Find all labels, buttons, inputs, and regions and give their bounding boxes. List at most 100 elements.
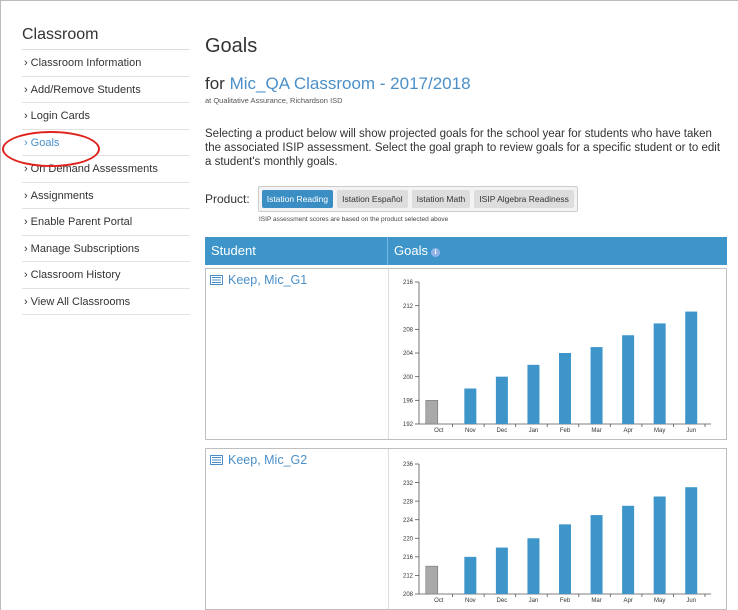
student-name: Keep, Mic_G2 <box>228 453 308 467</box>
sidebar-item-classroom-information[interactable]: › Classroom Information <box>22 50 190 77</box>
product-chip-istation-espa-ol[interactable]: Istation Español <box>337 190 408 208</box>
sidebar-item-label: View All Classrooms <box>30 295 131 308</box>
column-header-goals: Goals i <box>388 237 440 265</box>
main-content: Goals for Mic_QA Classroom - 2017/2018 a… <box>205 35 730 610</box>
product-selector: Product: Istation Reading Istation Españo… <box>205 186 578 212</box>
subtitle-prefix: for <box>205 74 225 93</box>
sidebar-item-login-cards[interactable]: › Login Cards <box>22 103 190 130</box>
goal-bar <box>685 311 698 424</box>
goal-bar <box>527 538 540 594</box>
y-tick-label: 192 <box>403 422 414 428</box>
goal-bar <box>495 547 508 594</box>
chevron-right-icon: › <box>24 216 28 228</box>
sidebar-item-manage-subscriptions[interactable]: › Manage Subscriptions <box>22 236 190 262</box>
x-tick-label: Apr <box>623 428 632 434</box>
goal-bar <box>559 353 571 424</box>
chevron-right-icon: › <box>24 110 28 122</box>
classroom-sidebar: Classroom › Classroom Information › Add/Rem… <box>22 26 190 315</box>
x-tick-label: Apr <box>623 598 632 604</box>
product-chip-istation-reading[interactable]: Istation Reading <box>261 190 334 208</box>
sidebar-item-label: Assignments <box>30 189 94 202</box>
intro-text: Selecting a product below will show proj… <box>205 128 721 168</box>
sidebar-item-label: Add/Remove Students <box>30 83 141 96</box>
table-row: Keep, Mic_G1 192 196 200 204 208 212 216 Oct Nov D… <box>205 268 727 440</box>
goal-bar-chart: 208 212 216 220 224 228 232 236 Oct Nov Dec Jan Feb M… <box>403 462 711 604</box>
x-tick-label: Mar <box>591 428 601 434</box>
student-name: Keep, Mic_G1 <box>228 273 308 287</box>
y-tick-label: 196 <box>403 399 414 405</box>
goals-highlight-annotation <box>2 131 100 167</box>
sidebar-item-label: Classroom Information <box>30 57 142 69</box>
actual-score-bar <box>425 565 439 595</box>
product-label: Product: <box>205 192 250 206</box>
x-tick-label: Jan <box>529 598 539 604</box>
x-tick-label: Jun <box>686 598 696 604</box>
goal-bar <box>590 347 603 424</box>
goal-bar <box>685 487 698 594</box>
x-tick-label: Feb <box>560 428 571 434</box>
x-tick-label: Dec <box>497 598 508 604</box>
y-tick-label: 224 <box>403 518 414 524</box>
x-tick-label: Dec <box>497 428 508 434</box>
y-tick-label: 216 <box>403 555 414 561</box>
sidebar-item-classroom-history[interactable]: › Classroom History <box>22 262 190 289</box>
y-tick-label: 204 <box>403 351 414 357</box>
goal-bar <box>590 515 603 594</box>
x-tick-label: Jan <box>529 428 539 434</box>
y-tick-label: 216 <box>403 280 414 286</box>
chevron-right-icon: › <box>24 242 28 255</box>
x-tick-label: Mar <box>591 598 601 604</box>
table-row: Keep, Mic_G2 208 212 216 220 224 228 232 236 Oct N… <box>205 448 727 610</box>
student-cell: Keep, Mic_G2 <box>206 449 389 609</box>
info-icon[interactable]: i <box>430 248 440 257</box>
sidebar-item-assignments[interactable]: › Assignments <box>22 183 190 209</box>
column-header-goals-label: Goals <box>394 243 428 258</box>
sidebar-item-label: Classroom History <box>30 269 121 281</box>
y-tick-label: 236 <box>403 462 414 468</box>
goal-bar <box>622 335 635 424</box>
goal-bar <box>527 364 540 424</box>
y-tick-label: 228 <box>403 499 414 505</box>
classroom-name-link[interactable]: Mic_QA Classroom - 2017/2018 <box>230 74 471 93</box>
chevron-right-icon: › <box>24 295 28 308</box>
x-tick-label: May <box>654 598 665 604</box>
sidebar-nav: › Classroom Information › Add/Remove Studen… <box>22 50 190 315</box>
y-tick-label: 212 <box>403 574 414 580</box>
y-tick-label: 208 <box>403 592 414 598</box>
list-icon <box>210 455 223 465</box>
sidebar-item-label: Manage Subscriptions <box>30 242 140 255</box>
product-chip-isip-algebra-readiness[interactable]: ISIP Algebra Readiness <box>474 190 574 208</box>
goal-chart[interactable]: 192 196 200 204 208 212 216 Oct Nov Dec Jan Feb Mar A… <box>389 269 726 439</box>
sidebar-item-enable-parent-portal[interactable]: › Enable Parent Portal <box>22 209 190 236</box>
sidebar-title: Classroom <box>22 26 190 50</box>
actual-score-bar <box>425 400 439 425</box>
student-cell: Keep, Mic_G1 <box>206 269 389 439</box>
x-tick-label: May <box>654 428 665 434</box>
y-tick-label: 232 <box>403 481 414 487</box>
goals-table-header: Student Goals i <box>205 237 727 265</box>
classroom-subtitle: for Mic_QA Classroom - 2017/2018 <box>205 74 730 94</box>
sidebar-item-label: Login Cards <box>30 110 90 122</box>
student-name-link[interactable]: Keep, Mic_G1 <box>210 273 388 287</box>
product-note: ISIP assessment scores are based on the … <box>259 216 449 223</box>
goal-bar <box>653 496 666 594</box>
x-tick-label: Jun <box>686 428 696 434</box>
sidebar-item-add-remove-students[interactable]: › Add/Remove Students <box>22 77 190 103</box>
goal-bar <box>559 524 571 594</box>
sidebar-item-view-all-classrooms[interactable]: › View All Classrooms <box>22 289 190 315</box>
product-button-group: Istation Reading Istation Español Istation… <box>257 186 578 212</box>
x-tick-label: Nov <box>465 598 476 604</box>
y-tick-label: 208 <box>403 328 414 334</box>
chevron-right-icon: › <box>24 269 28 281</box>
chevron-right-icon: › <box>24 189 28 202</box>
x-tick-label: Nov <box>465 428 476 434</box>
student-name-link[interactable]: Keep, Mic_G2 <box>210 453 388 467</box>
goal-bar <box>495 376 508 424</box>
goal-bar-chart: 192 196 200 204 208 212 216 Oct Nov Dec Jan Feb Mar A… <box>403 280 711 434</box>
x-tick-label: Oct <box>434 428 444 434</box>
product-chip-istation-math[interactable]: Istation Math <box>411 190 471 208</box>
column-header-student[interactable]: Student <box>205 237 388 265</box>
x-tick-label: Feb <box>560 598 571 604</box>
chevron-right-icon: › <box>24 83 28 96</box>
goal-chart[interactable]: 208 212 216 220 224 228 232 236 Oct Nov Dec Jan Feb M… <box>389 449 726 609</box>
